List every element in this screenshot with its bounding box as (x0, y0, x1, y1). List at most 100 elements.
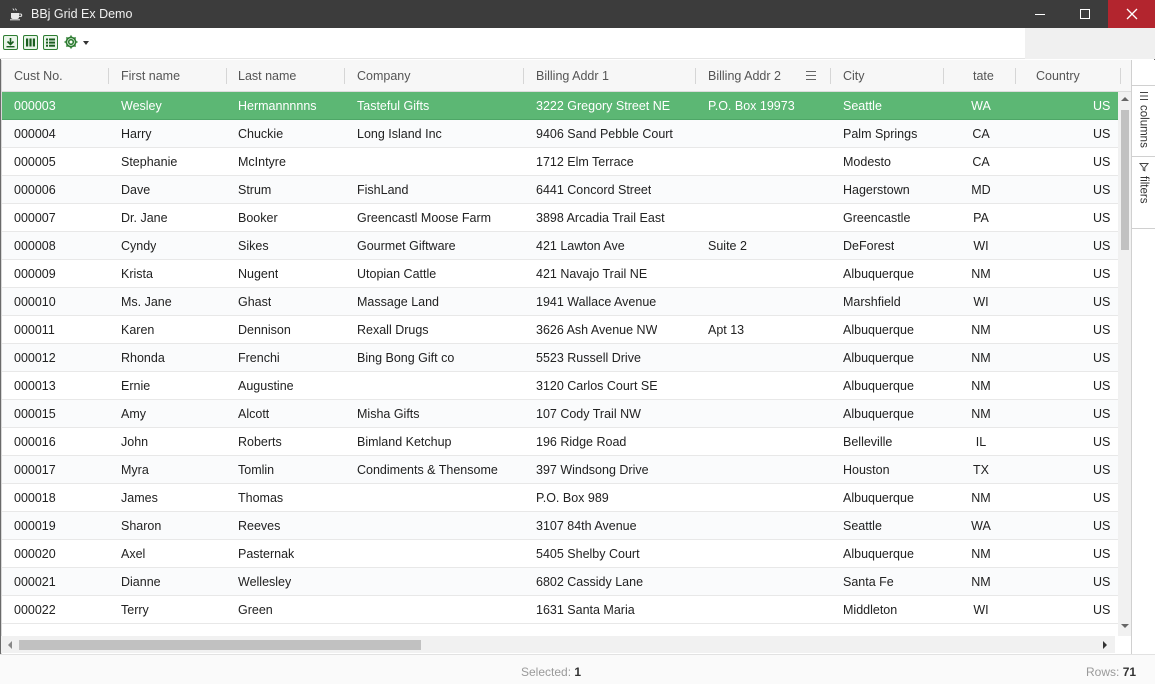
cell-billing-addr-1: 6441 Concord Street (536, 183, 652, 197)
caret-down-icon[interactable] (83, 41, 89, 45)
cell-state: IL (975, 435, 987, 449)
cell-country: US (1093, 99, 1111, 113)
column-header-country[interactable]: Country (1036, 60, 1080, 92)
column-separator[interactable] (523, 68, 524, 84)
cell-country: US (1093, 491, 1111, 505)
table-row[interactable]: 000015 Amy Alcott Misha Gifts 107 Cody Trail… (2, 400, 1118, 428)
cell-billing-addr-1: 3107 84th Avenue (536, 519, 637, 533)
cell-last-name: Dennison (238, 323, 291, 337)
columns-button[interactable] (23, 35, 38, 50)
filter-icon (1138, 163, 1149, 172)
scroll-right-icon[interactable] (1103, 641, 1107, 649)
table-row[interactable]: 000016 John Roberts Bimland Ketchup 196 Ridg… (2, 428, 1118, 456)
maximize-button[interactable] (1062, 0, 1108, 28)
cell-billing-addr-1: 5405 Shelby Court (536, 547, 640, 561)
cell-last-name: Strum (238, 183, 272, 197)
vertical-scroll-thumb[interactable] (1121, 110, 1129, 250)
cell-last-name: Hermannnnns (238, 99, 317, 113)
table-row[interactable]: 000018 James Thomas P.O. Box 989 Albuquerque… (2, 484, 1118, 512)
cell-city: Belleville (843, 435, 893, 449)
cell-state: TX (973, 463, 989, 477)
cell-last-name: Frenchi (238, 351, 280, 365)
column-separator[interactable] (1120, 68, 1121, 84)
columns-icon (26, 38, 35, 47)
cell-cust-no: 000021 (14, 575, 56, 589)
column-menu-icon[interactable] (806, 71, 816, 80)
table-row[interactable]: 000011 Karen Dennison Rexall Drugs 3626 Ash … (2, 316, 1118, 344)
column-header-billing-addr-2[interactable]: Billing Addr 2 (708, 60, 781, 92)
column-separator[interactable] (226, 68, 227, 84)
cell-city: Hagerstown (843, 183, 910, 197)
cell-country: US (1093, 127, 1111, 141)
cell-company: Condiments & Thensome (357, 463, 498, 477)
column-separator[interactable] (1015, 68, 1016, 84)
table-row[interactable]: 000020 Axel Pasternak 5405 Shelby Court Albu… (2, 540, 1118, 568)
cell-state: NM (971, 407, 991, 421)
table-row[interactable]: 000004 Harry Chuckie Long Island Inc 9406 Sa… (2, 120, 1118, 148)
cell-company: Rexall Drugs (357, 323, 429, 337)
table-row[interactable]: 000012 Rhonda Frenchi Bing Bong Gift co 5523… (2, 344, 1118, 372)
cell-first-name: Harry (121, 127, 152, 141)
column-separator[interactable] (830, 68, 831, 84)
column-header-cust-no[interactable]: Cust No. (14, 60, 63, 92)
table-row[interactable]: 000021 Dianne Wellesley 6802 Cassidy Lane Sa… (2, 568, 1118, 596)
cell-company: Bing Bong Gift co (357, 351, 455, 365)
cell-country: US (1093, 435, 1111, 449)
column-header-billing-addr-1[interactable]: Billing Addr 1 (536, 60, 609, 92)
table-row[interactable]: 000010 Ms. Jane Ghast Massage Land 1941 Wall… (2, 288, 1118, 316)
cell-last-name: Roberts (238, 435, 282, 449)
cell-state: NM (971, 379, 991, 393)
status-bar: Selected: 1 Rows: 71 (0, 654, 1155, 684)
horizontal-scrollbar[interactable] (1, 636, 1115, 653)
column-separator[interactable] (943, 68, 944, 84)
column-header-city[interactable]: City (843, 60, 865, 92)
minimize-button[interactable] (1017, 0, 1063, 28)
cell-cust-no: 000006 (14, 183, 56, 197)
filters-panel-tab[interactable]: filters (1132, 157, 1155, 229)
vertical-scrollbar[interactable] (1118, 92, 1131, 636)
gear-icon (64, 35, 78, 49)
scroll-down-icon[interactable] (1121, 624, 1129, 628)
cell-country: US (1093, 547, 1111, 561)
column-header-state[interactable]: tate (973, 60, 994, 92)
scroll-left-icon[interactable] (8, 641, 12, 649)
cell-company: Long Island Inc (357, 127, 442, 141)
table-row[interactable]: 000019 Sharon Reeves 3107 84th Avenue Seattl… (2, 512, 1118, 540)
cell-state: CA (972, 155, 990, 169)
cell-city: DeForest (843, 239, 895, 253)
column-header-first-name[interactable]: First name (121, 60, 180, 92)
table-row[interactable]: 000003 Wesley Hermannnnns Tasteful Gifts 322… (2, 92, 1118, 120)
column-separator[interactable] (344, 68, 345, 84)
column-separator[interactable] (108, 68, 109, 84)
column-separator[interactable] (695, 68, 696, 84)
cell-country: US (1093, 575, 1111, 589)
table-row[interactable]: 000013 Ernie Augustine 3120 Carlos Court SE… (2, 372, 1118, 400)
table-row[interactable]: 000008 Cyndy Sikes Gourmet Giftware 421 Lawt… (2, 232, 1118, 260)
settings-button[interactable] (63, 34, 79, 50)
column-header-last-name[interactable]: Last name (238, 60, 296, 92)
horizontal-scroll-thumb[interactable] (19, 640, 421, 650)
columns-panel-tab[interactable]: columns (1132, 85, 1155, 157)
cell-billing-addr-1: P.O. Box 989 (536, 491, 609, 505)
cell-company: Massage Land (357, 295, 440, 309)
scroll-up-icon[interactable] (1121, 97, 1129, 101)
cell-city: Albuquerque (843, 351, 914, 365)
table-row[interactable]: 000009 Krista Nugent Utopian Cattle 421 Nava… (2, 260, 1118, 288)
list-button[interactable] (43, 35, 58, 50)
export-button[interactable] (3, 35, 18, 50)
table-row[interactable]: 000005 Stephanie McIntyre 1712 Elm Terrace M… (2, 148, 1118, 176)
cell-billing-addr-1: 107 Cody Trail NW (536, 407, 641, 421)
close-button[interactable] (1108, 0, 1155, 28)
cell-last-name: Green (238, 603, 273, 617)
rows-label: Rows: (1086, 665, 1120, 679)
table-row[interactable]: 000017 Myra Tomlin Condiments & Thensome 397… (2, 456, 1118, 484)
cell-first-name: Amy (121, 407, 146, 421)
table-row[interactable]: 000022 Terry Green 1631 Santa Maria Middleto… (2, 596, 1118, 624)
side-panel: columns filters (1131, 60, 1155, 654)
table-row[interactable]: 000006 Dave Strum FishLand 6441 Concord Stre… (2, 176, 1118, 204)
table-row[interactable]: 000007 Dr. Jane Booker Greencastl Moose Far… (2, 204, 1118, 232)
cell-last-name: Sikes (238, 239, 269, 253)
cell-cust-no: 000020 (14, 547, 56, 561)
cell-first-name: Dianne (121, 575, 161, 589)
column-header-company[interactable]: Company (357, 60, 411, 92)
